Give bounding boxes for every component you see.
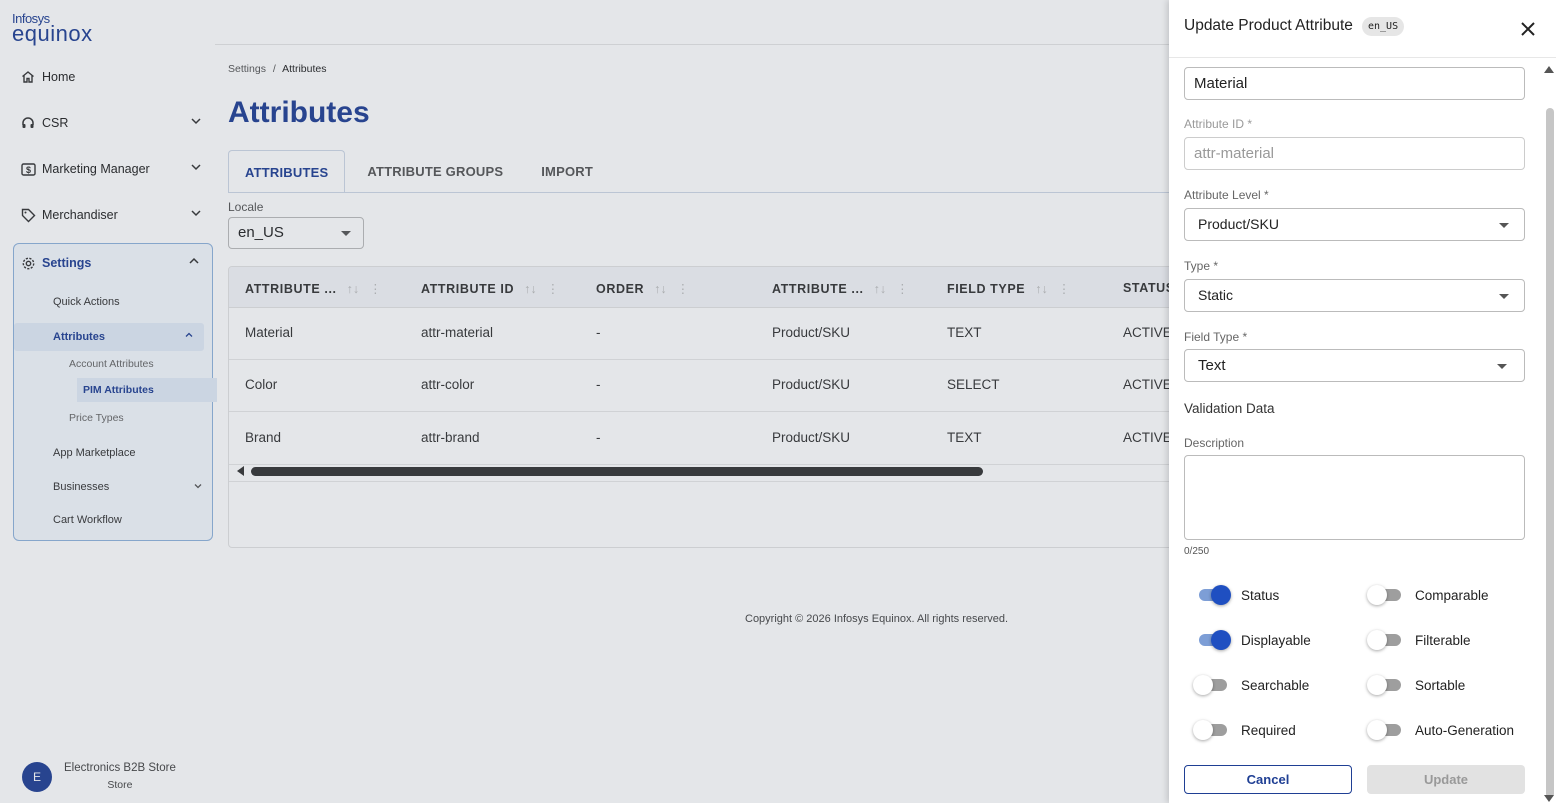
field-type-label: Field Type * [1184,330,1248,344]
field-type-select[interactable]: Text [1184,349,1525,382]
caret-down-icon [1499,223,1509,228]
app-root: Infosys equinox Home CSR $ Marketing Man… [0,0,1556,803]
caret-down-icon [1497,364,1507,369]
status-toggle[interactable] [1195,585,1231,605]
close-icon[interactable] [1519,20,1537,38]
update-button[interactable]: Update [1367,765,1525,794]
status-toggle-label: Status [1241,588,1280,603]
modal-backdrop[interactable] [0,0,1169,803]
comparable-toggle-label: Comparable [1415,588,1489,603]
panel-title: Update Product Attribute [1184,17,1353,34]
description-textarea[interactable] [1184,455,1525,540]
auto-generation-toggle[interactable] [1367,720,1403,740]
toggle-knob [1211,585,1231,605]
sortable-toggle[interactable] [1367,675,1403,695]
filterable-toggle[interactable] [1367,630,1403,650]
toggle-knob [1367,675,1387,695]
toggle-knob [1367,630,1387,650]
attribute-level-label: Attribute Level * [1184,188,1269,202]
scroll-up-arrow-icon[interactable] [1544,66,1554,73]
toggle-knob [1211,630,1231,650]
description-label: Description [1184,436,1245,450]
comparable-toggle[interactable] [1367,585,1403,605]
field-type-value: Text [1198,357,1226,374]
attribute-id-value: attr-material [1194,145,1275,162]
caret-down-icon [1499,294,1509,299]
sortable-toggle-label: Sortable [1415,678,1466,693]
attribute-level-select[interactable]: Product/SKU [1184,208,1525,241]
attribute-name-value: Material [1194,75,1248,92]
searchable-toggle[interactable] [1193,675,1229,695]
update-attribute-panel: Update Product Attribute en_US Material … [1169,0,1556,803]
scrollbar-thumb[interactable] [1546,108,1554,798]
displayable-toggle[interactable] [1195,630,1231,650]
attribute-id-input: attr-material [1184,137,1525,170]
attribute-level-value: Product/SKU [1198,216,1279,232]
panel-header: Update Product Attribute en_US [1169,0,1556,58]
type-select[interactable]: Static [1184,279,1525,312]
filterable-toggle-label: Filterable [1415,633,1471,648]
type-label: Type * [1184,259,1219,273]
toggle-knob [1367,585,1387,605]
scroll-down-arrow-icon[interactable] [1544,795,1554,802]
toggle-knob [1193,720,1213,740]
auto-generation-toggle-label: Auto-Generation [1415,723,1515,738]
displayable-toggle-label: Displayable [1241,633,1311,648]
validation-data-heading: Validation Data [1184,401,1275,416]
locale-badge: en_US [1362,17,1405,36]
toggle-knob [1193,675,1213,695]
attribute-name-input[interactable]: Material [1184,67,1525,100]
attribute-id-label: Attribute ID * [1184,117,1253,131]
required-toggle-label: Required [1241,723,1296,738]
type-value: Static [1198,287,1234,303]
required-toggle[interactable] [1193,720,1229,740]
description-char-counter: 0/250 [1184,546,1210,557]
searchable-toggle-label: Searchable [1241,678,1310,693]
cancel-button[interactable]: Cancel [1184,765,1352,794]
toggle-knob [1367,720,1387,740]
vertical-scrollbar[interactable] [1542,62,1556,803]
